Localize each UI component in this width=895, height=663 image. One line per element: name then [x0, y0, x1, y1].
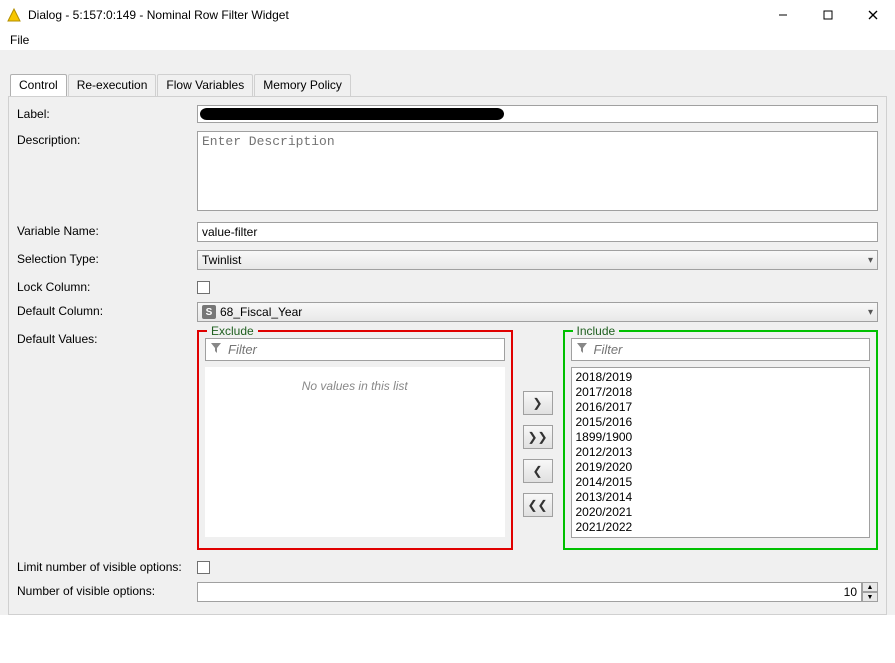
exclude-filter-input[interactable] [226, 341, 500, 358]
list-item[interactable]: 1899/1900 [576, 430, 866, 445]
description-input[interactable] [197, 131, 878, 211]
close-button[interactable] [850, 0, 895, 30]
minimize-button[interactable] [760, 0, 805, 30]
move-all-right-button[interactable]: ❯❯ [523, 425, 553, 449]
tab-panel-control: Label: Description: Variable Name: Selec… [8, 96, 887, 615]
label-input[interactable] [197, 105, 878, 123]
menubar: File [0, 30, 895, 50]
tab-memory-policy[interactable]: Memory Policy [254, 74, 351, 96]
move-right-button[interactable]: ❯ [523, 391, 553, 415]
num-visible-spinner[interactable]: 10 ▲ ▼ [197, 582, 878, 602]
default-column-select[interactable]: S 68_Fiscal_Year ▾ [197, 302, 878, 322]
label-default-values: Default Values: [17, 330, 197, 346]
label-num-visible: Number of visible options: [17, 582, 197, 598]
spinner-up-button[interactable]: ▲ [862, 582, 878, 592]
filter-icon [210, 342, 222, 357]
limit-visible-checkbox[interactable] [197, 561, 210, 574]
list-item[interactable]: 2013/2014 [576, 490, 866, 505]
window-title: Dialog - 5:157:0:149 - Nominal Row Filte… [28, 8, 760, 22]
move-left-button[interactable]: ❮ [523, 459, 553, 483]
exclude-panel: Exclude No values in this list [197, 330, 513, 550]
label-limit-visible: Limit number of visible options: [17, 558, 197, 574]
tab-reexecution[interactable]: Re-execution [68, 74, 157, 96]
titlebar: Dialog - 5:157:0:149 - Nominal Row Filte… [0, 0, 895, 30]
lock-column-checkbox[interactable] [197, 281, 210, 294]
selection-type-select[interactable]: Twinlist ▾ [197, 250, 878, 270]
label-variable-name: Variable Name: [17, 222, 197, 238]
exclude-list[interactable]: No values in this list [205, 367, 505, 537]
exclude-filter[interactable] [205, 338, 505, 361]
include-panel: Include 2018/20192017/20182016/20172015/… [563, 330, 879, 550]
twinlist: Exclude No values in this list ❯ [197, 330, 878, 550]
label-description: Description: [17, 131, 197, 147]
transfer-buttons: ❯ ❯❯ ❮ ❮❮ [523, 330, 553, 550]
move-all-left-button[interactable]: ❮❮ [523, 493, 553, 517]
selection-type-value: Twinlist [202, 253, 241, 267]
list-item[interactable]: 2012/2013 [576, 445, 866, 460]
list-item[interactable]: 2019/2020 [576, 460, 866, 475]
tab-flow-variables[interactable]: Flow Variables [157, 74, 253, 96]
num-visible-value[interactable]: 10 [197, 582, 862, 602]
menu-file[interactable]: File [4, 31, 35, 49]
list-item[interactable]: 2018/2019 [576, 370, 866, 385]
list-item[interactable]: 2020/2021 [576, 505, 866, 520]
list-item[interactable]: 2017/2018 [576, 385, 866, 400]
list-item[interactable]: 2014/2015 [576, 475, 866, 490]
include-legend: Include [573, 324, 620, 338]
window-buttons [760, 0, 895, 30]
chevron-down-icon: ▾ [868, 255, 873, 266]
spinner-down-button[interactable]: ▼ [862, 592, 878, 602]
label-label: Label: [17, 105, 197, 121]
tabs: Control Re-execution Flow Variables Memo… [0, 74, 895, 96]
list-item[interactable]: 2016/2017 [576, 400, 866, 415]
string-type-icon: S [202, 305, 216, 319]
exclude-legend: Exclude [207, 324, 258, 338]
include-list[interactable]: 2018/20192017/20182016/20172015/20161899… [571, 367, 871, 538]
include-filter[interactable] [571, 338, 871, 361]
tab-control[interactable]: Control [10, 74, 67, 96]
content-area: Control Re-execution Flow Variables Memo… [0, 50, 895, 615]
label-default-column: Default Column: [17, 302, 197, 318]
list-item[interactable]: 2021/2022 [576, 520, 866, 535]
filter-icon [576, 342, 588, 357]
app-icon [6, 7, 22, 23]
label-lock-column: Lock Column: [17, 278, 197, 294]
default-column-value: 68_Fiscal_Year [220, 305, 302, 319]
exclude-empty-text: No values in this list [209, 369, 501, 393]
variable-name-input[interactable] [197, 222, 878, 242]
include-filter-input[interactable] [592, 341, 866, 358]
list-item[interactable]: 2015/2016 [576, 415, 866, 430]
maximize-button[interactable] [805, 0, 850, 30]
label-selection-type: Selection Type: [17, 250, 197, 266]
chevron-down-icon: ▾ [868, 307, 873, 318]
